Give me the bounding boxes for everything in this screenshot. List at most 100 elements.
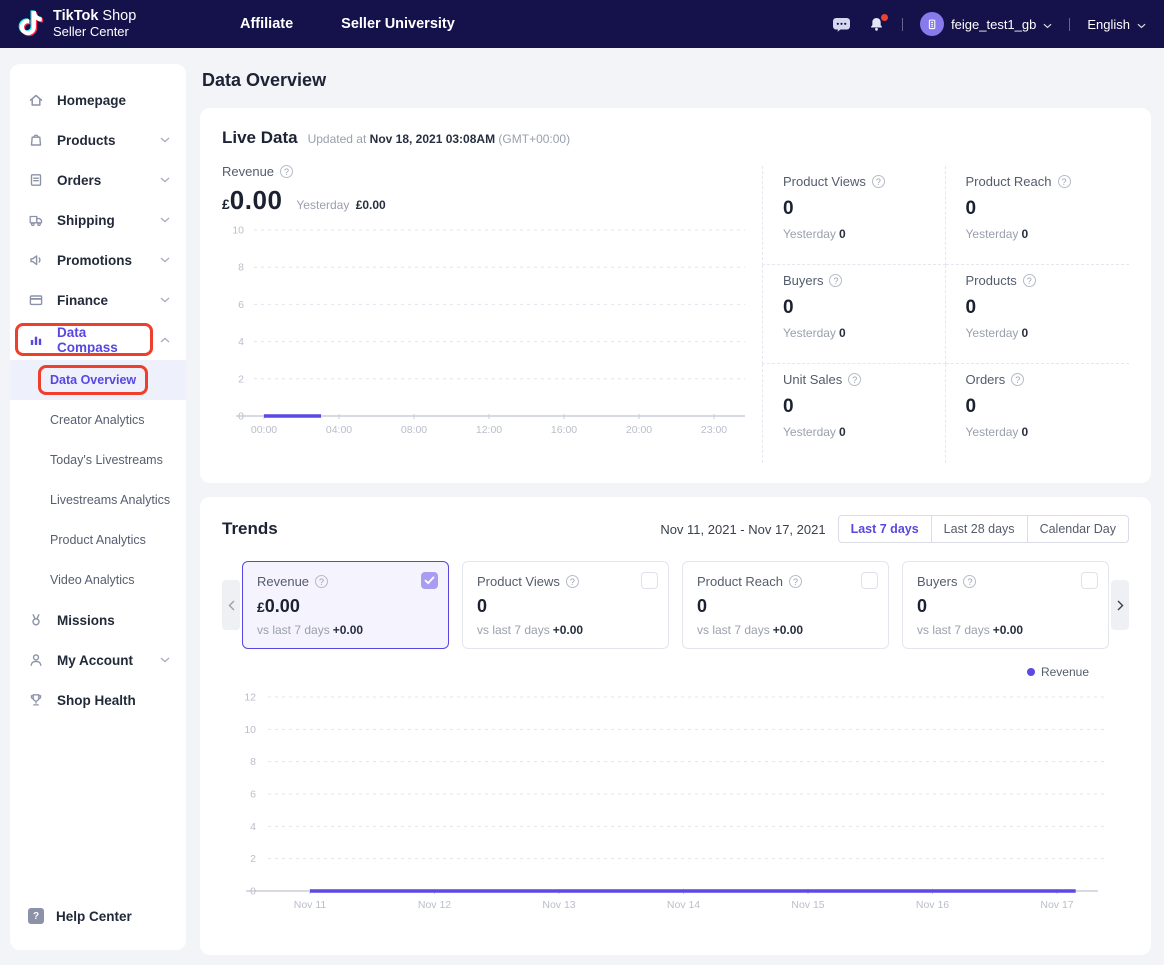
sidebar-item-orders[interactable]: Orders bbox=[10, 160, 186, 200]
stat-label-text: Products bbox=[966, 273, 1017, 288]
svg-text:8: 8 bbox=[238, 262, 244, 274]
trend-card-compare-value: +0.00 bbox=[993, 623, 1023, 637]
stat-label: Products? bbox=[966, 273, 1130, 288]
question-icon[interactable]: ? bbox=[1058, 175, 1071, 188]
checkbox-revenue[interactable] bbox=[421, 572, 438, 589]
stat-label-text: Orders bbox=[966, 372, 1006, 387]
sidebar-item-label: Finance bbox=[57, 293, 108, 308]
sidebar-subitem-creator-analytics[interactable]: Creator Analytics bbox=[10, 400, 186, 440]
topbar-nav-seller-university[interactable]: Seller University bbox=[341, 16, 455, 32]
help-label: Help Center bbox=[56, 909, 132, 924]
sidebar-item-label: Missions bbox=[57, 613, 115, 628]
updated-at: Updated at Nov 18, 2021 03:08AM (GMT+00:… bbox=[308, 132, 571, 146]
question-icon[interactable]: ? bbox=[566, 575, 579, 588]
question-icon[interactable]: ? bbox=[829, 274, 842, 287]
sidebar-item-label: Promotions bbox=[57, 253, 132, 268]
live-revenue-chart: 024681000:0004:0008:0012:0016:0020:0023:… bbox=[222, 220, 745, 438]
svg-text:23:00: 23:00 bbox=[701, 424, 727, 436]
trend-card-compare: vs last 7 days+0.00 bbox=[477, 623, 654, 637]
topbar: TikTok Shop Seller Center Affiliate Selle… bbox=[0, 0, 1164, 48]
stat-yesterday: Yesterday0 bbox=[966, 326, 1130, 340]
range-button-calendar-day[interactable]: Calendar Day bbox=[1027, 516, 1128, 542]
stat-yesterday: Yesterday0 bbox=[783, 227, 945, 241]
trend-card-product-reach[interactable]: Product Reach?0vs last 7 days+0.00 bbox=[682, 561, 889, 649]
topbar-nav-affiliate[interactable]: Affiliate bbox=[240, 16, 293, 32]
trend-card-number: 0.00 bbox=[265, 596, 300, 617]
trend-card-label: Revenue? bbox=[257, 574, 434, 589]
sidebar-subitem-livestreams-analytics[interactable]: Livestreams Analytics bbox=[10, 480, 186, 520]
sidebar-item-help-center[interactable]: ? Help Center bbox=[28, 908, 132, 924]
sidebar-subitem-product-analytics[interactable]: Product Analytics bbox=[10, 520, 186, 560]
stat-unit-sales: Unit Sales?0Yesterday0 bbox=[762, 364, 946, 463]
sidebar-item-shipping[interactable]: Shipping bbox=[10, 200, 186, 240]
chevron-down-icon bbox=[1043, 17, 1052, 32]
sidebar-item-promotions[interactable]: Promotions bbox=[10, 240, 186, 280]
trend-card-buyers[interactable]: Buyers?0vs last 7 days+0.00 bbox=[902, 561, 1109, 649]
question-icon[interactable]: ? bbox=[789, 575, 802, 588]
trend-card-value: 0 bbox=[697, 596, 874, 617]
sidebar-item-homepage[interactable]: Homepage bbox=[10, 80, 186, 120]
revenue-label: Revenue bbox=[222, 164, 274, 179]
chart-legend: Revenue bbox=[222, 665, 1089, 679]
app-logo[interactable]: TikTok Shop Seller Center bbox=[18, 8, 200, 40]
stat-yesterday-value: 0 bbox=[839, 425, 846, 439]
trends-revenue-chart: 024681012Nov 11Nov 12Nov 13Nov 14Nov 15N… bbox=[222, 683, 1114, 921]
trend-card-value: £0.00 bbox=[257, 596, 434, 617]
scroll-left-button[interactable] bbox=[222, 580, 240, 630]
scroll-right-button[interactable] bbox=[1111, 580, 1129, 630]
question-icon[interactable]: ? bbox=[872, 175, 885, 188]
question-icon[interactable]: ? bbox=[1023, 274, 1036, 287]
svg-text:00:00: 00:00 bbox=[251, 424, 277, 436]
bell-icon[interactable] bbox=[868, 16, 885, 32]
trend-card-compare: vs last 7 days+0.00 bbox=[257, 623, 434, 637]
stat-product-views: Product Views? 0Yesterday0 bbox=[762, 166, 946, 265]
stat-yesterday-label: Yesterday bbox=[783, 425, 836, 439]
sidebar-item-products[interactable]: Products bbox=[10, 120, 186, 160]
trend-card-compare-label: vs last 7 days bbox=[697, 623, 770, 637]
checkbox-product-reach[interactable] bbox=[861, 572, 878, 589]
notification-dot bbox=[881, 14, 888, 21]
sidebar-item-finance[interactable]: Finance bbox=[10, 280, 186, 320]
language-selector[interactable]: English bbox=[1087, 17, 1146, 32]
checkbox-product-views[interactable] bbox=[641, 572, 658, 589]
svg-text:10: 10 bbox=[232, 225, 244, 237]
stat-label-text: Product Views bbox=[783, 174, 866, 189]
account-menu[interactable]: feige_test1_gb bbox=[920, 12, 1052, 36]
stat-yesterday-value: 0 bbox=[839, 326, 846, 340]
trend-card-compare-label: vs last 7 days bbox=[257, 623, 330, 637]
shipping-icon bbox=[28, 212, 44, 228]
stat-label-text: Product Reach bbox=[966, 174, 1052, 189]
range-segmented-control: Last 7 daysLast 28 daysCalendar Day bbox=[838, 515, 1129, 543]
sidebar-subitem-today-s-livestreams[interactable]: Today's Livestreams bbox=[10, 440, 186, 480]
chat-icon[interactable] bbox=[832, 17, 851, 32]
trend-card-compare-value: +0.00 bbox=[553, 623, 583, 637]
svg-text:20:00: 20:00 bbox=[626, 424, 652, 436]
brand-subtitle: Seller Center bbox=[53, 25, 136, 40]
checkbox-buyers[interactable] bbox=[1081, 572, 1098, 589]
trend-card-value: 0 bbox=[917, 596, 1094, 617]
range-button-last-7-days[interactable]: Last 7 days bbox=[839, 516, 931, 542]
range-button-last-28-days[interactable]: Last 28 days bbox=[931, 516, 1027, 542]
trend-card-product-views[interactable]: Product Views?0vs last 7 days+0.00 bbox=[462, 561, 669, 649]
stat-orders: Orders?0Yesterday0 bbox=[946, 364, 1130, 463]
svg-text:Nov 15: Nov 15 bbox=[791, 899, 824, 911]
sidebar-item-shop-health[interactable]: Shop Health bbox=[10, 680, 186, 720]
stat-yesterday-value: 0 bbox=[839, 227, 846, 241]
revenue-currency: £ bbox=[222, 196, 230, 212]
trend-card-revenue[interactable]: Revenue? £0.00 vs last 7 days+0.00 bbox=[242, 561, 449, 649]
sidebar-item-missions[interactable]: Missions bbox=[10, 600, 186, 640]
svg-text:Nov 12: Nov 12 bbox=[418, 899, 451, 911]
language-label: English bbox=[1087, 17, 1130, 32]
stat-yesterday: Yesterday0 bbox=[966, 227, 1130, 241]
question-icon[interactable]: ? bbox=[848, 373, 861, 386]
trend-card-value: 0 bbox=[477, 596, 654, 617]
chevron-down-icon bbox=[160, 217, 170, 223]
svg-text:0: 0 bbox=[238, 411, 244, 423]
question-icon[interactable]: ? bbox=[315, 575, 328, 588]
sidebar-item-my-account[interactable]: My Account bbox=[10, 640, 186, 680]
stat-label-text: Unit Sales bbox=[783, 372, 842, 387]
question-icon[interactable]: ? bbox=[280, 165, 293, 178]
question-icon[interactable]: ? bbox=[1011, 373, 1024, 386]
sidebar-subitem-video-analytics[interactable]: Video Analytics bbox=[10, 560, 186, 600]
question-icon[interactable]: ? bbox=[963, 575, 976, 588]
